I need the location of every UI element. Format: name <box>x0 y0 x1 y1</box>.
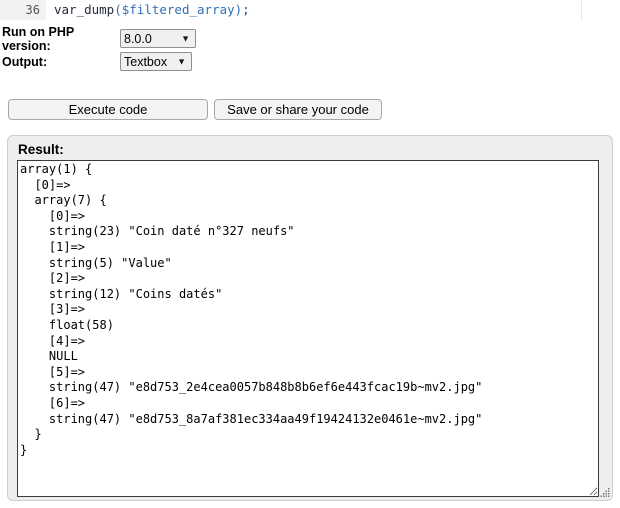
line-number-gutter: 36 <box>0 0 46 20</box>
code-token-open-paren: ( <box>114 2 122 17</box>
code-token-variable: $filtered_array <box>121 2 235 17</box>
execute-code-button[interactable]: Execute code <box>8 99 208 120</box>
php-version-row: Run on PHP version: 8.0.0 ▼ <box>0 25 620 53</box>
result-title: Result: <box>18 142 64 157</box>
resize-grip-icon[interactable] <box>598 486 611 499</box>
result-panel: Result: array(1) { [0]=> array(7) { [0]=… <box>7 135 613 501</box>
output-format-select[interactable]: Textbox <box>120 52 192 71</box>
save-or-share-code-button[interactable]: Save or share your code <box>214 99 382 120</box>
php-version-label: Run on PHP version: <box>2 24 74 53</box>
code-token-semicolon: ; <box>242 2 250 17</box>
action-button-row: Execute code Save or share your code <box>0 99 382 120</box>
code-token-function: var_dump <box>54 2 115 17</box>
output-format-row: Output: Textbox ▼ <box>0 51 620 72</box>
code-line-36[interactable]: 36 var_dump($filtered_array); <box>0 0 581 20</box>
output-format-label: Output: <box>2 54 48 69</box>
output-format-select-wrapper[interactable]: Textbox ▼ <box>120 52 192 71</box>
php-version-select[interactable]: 8.0.0 <box>120 29 196 48</box>
result-output-textbox[interactable]: array(1) { [0]=> array(7) { [0]=> string… <box>17 160 599 497</box>
code-editor-strip[interactable]: 36 var_dump($filtered_array); <box>0 0 582 20</box>
run-options-form: Run on PHP version: 8.0.0 ▼ Output: Text… <box>0 25 620 74</box>
php-version-select-wrapper[interactable]: 8.0.0 ▼ <box>120 29 196 48</box>
code-line-content[interactable]: var_dump($filtered_array); <box>46 0 250 20</box>
